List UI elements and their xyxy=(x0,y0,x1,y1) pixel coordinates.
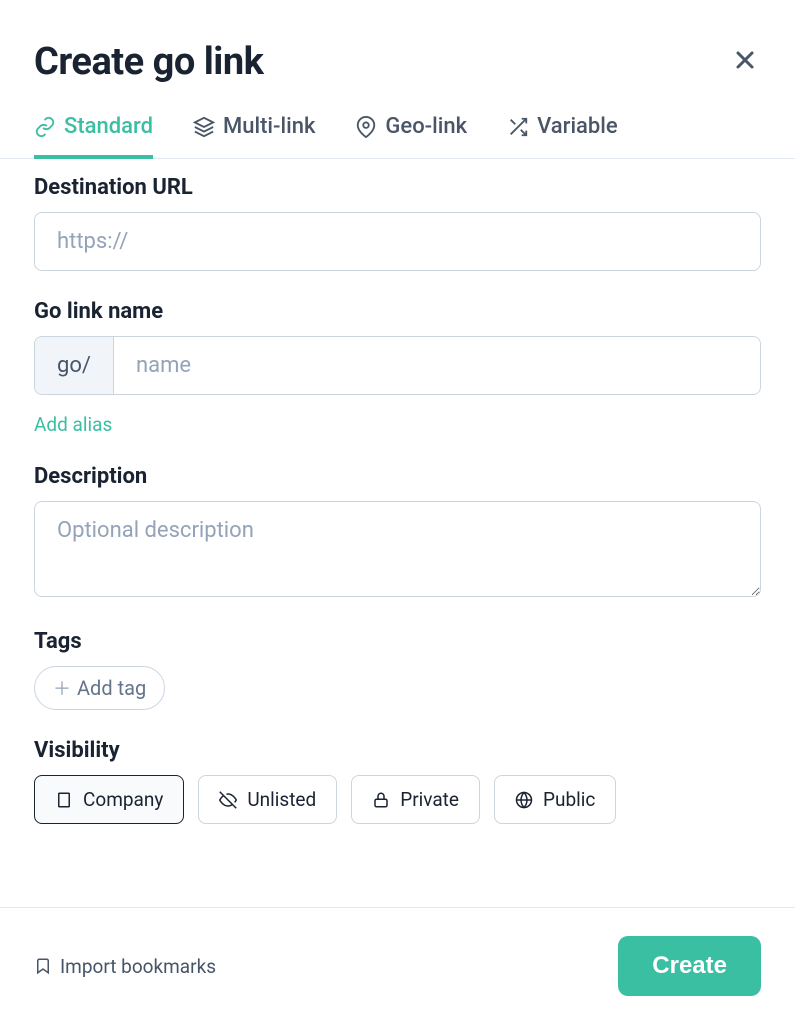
layers-icon xyxy=(193,116,215,138)
lock-icon xyxy=(372,791,390,809)
golink-name-input[interactable] xyxy=(114,337,760,394)
visibility-unlisted[interactable]: Unlisted xyxy=(198,775,337,824)
globe-icon xyxy=(515,791,533,809)
tab-label: Variable xyxy=(537,114,618,139)
visibility-label: Visibility xyxy=(34,738,761,763)
add-tag-label: Add tag xyxy=(77,676,146,700)
import-bookmarks-link[interactable]: Import bookmarks xyxy=(34,955,216,978)
create-button[interactable]: Create xyxy=(618,936,761,996)
visibility-option-label: Private xyxy=(400,788,459,811)
add-alias-link[interactable]: Add alias xyxy=(34,413,112,436)
golink-name-label: Go link name xyxy=(34,299,761,324)
map-pin-icon xyxy=(355,116,377,138)
building-icon xyxy=(55,791,73,809)
destination-url-label: Destination URL xyxy=(34,175,761,200)
visibility-private[interactable]: Private xyxy=(351,775,480,824)
visibility-option-label: Public xyxy=(543,788,595,811)
visibility-public[interactable]: Public xyxy=(494,775,616,824)
tab-label: Multi-link xyxy=(223,114,315,139)
golink-name-group: go/ xyxy=(34,336,761,395)
tab-label: Standard xyxy=(64,114,153,139)
tab-multilink[interactable]: Multi-link xyxy=(193,114,315,159)
plus-icon: ＋ xyxy=(53,675,71,701)
tab-standard[interactable]: Standard xyxy=(34,114,153,159)
visibility-option-label: Company xyxy=(83,788,163,811)
tab-variable[interactable]: Variable xyxy=(507,114,618,159)
visibility-option-label: Unlisted xyxy=(247,788,316,811)
shuffle-icon xyxy=(507,116,529,138)
add-tag-button[interactable]: ＋ Add tag xyxy=(34,666,165,710)
modal-title: Create go link xyxy=(34,40,263,84)
tags-label: Tags xyxy=(34,629,761,654)
description-label: Description xyxy=(34,464,761,489)
eye-off-icon xyxy=(219,791,237,809)
tab-label: Geo-link xyxy=(385,114,467,139)
destination-url-input[interactable] xyxy=(34,212,761,271)
tab-geolink[interactable]: Geo-link xyxy=(355,114,467,159)
visibility-company[interactable]: Company xyxy=(34,775,184,824)
import-bookmarks-label: Import bookmarks xyxy=(60,955,216,978)
description-input[interactable] xyxy=(34,501,761,597)
visibility-options: Company Unlisted Private Public xyxy=(34,775,761,824)
close-button[interactable] xyxy=(729,44,761,81)
tabs-row: Standard Multi-link Geo-link Variable xyxy=(0,84,795,159)
bookmark-icon xyxy=(34,957,52,975)
golink-prefix: go/ xyxy=(35,337,114,394)
link-icon xyxy=(34,116,56,138)
close-icon xyxy=(733,48,757,72)
